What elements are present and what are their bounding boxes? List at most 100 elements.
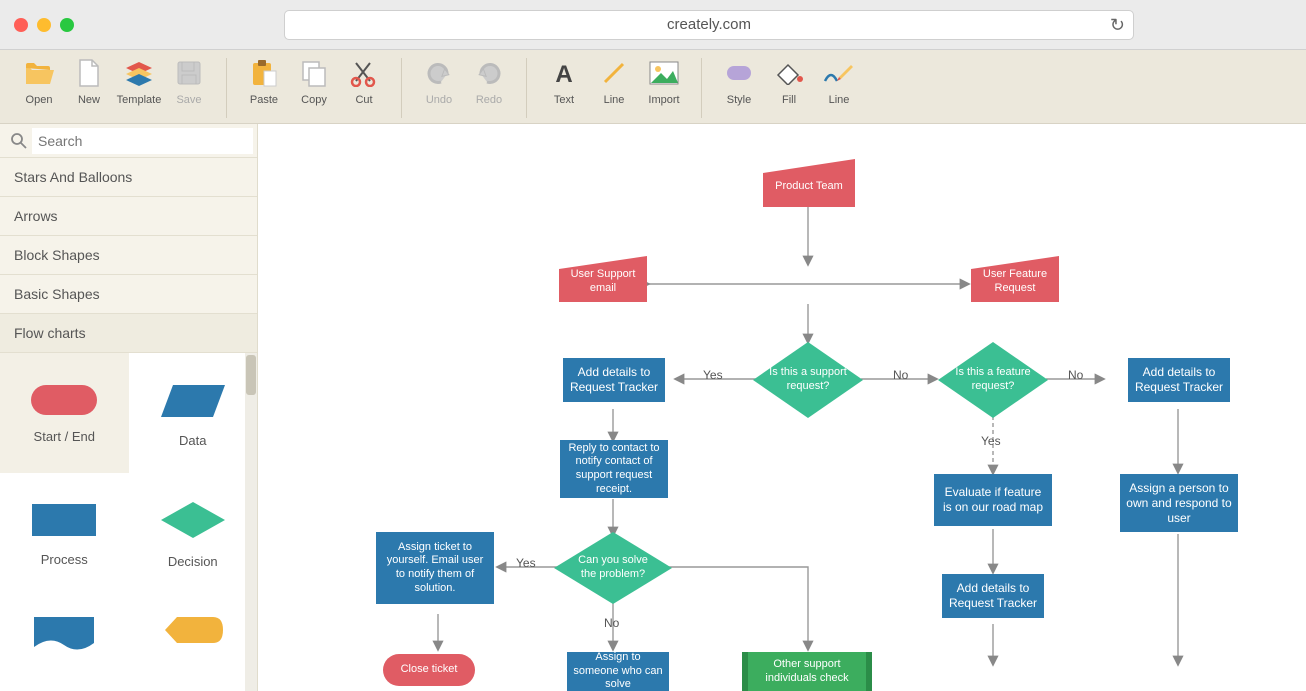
category-basic-shapes[interactable]: Basic Shapes xyxy=(0,275,257,314)
shape-display[interactable] xyxy=(129,593,258,683)
tool-label: Import xyxy=(648,94,679,106)
cut-icon xyxy=(347,56,381,90)
shape-search-input[interactable] xyxy=(32,128,253,154)
close-window-icon[interactable] xyxy=(14,18,28,32)
folder-open-icon xyxy=(22,56,56,90)
category-label: Flow charts xyxy=(14,325,86,341)
style-button[interactable]: Style xyxy=(714,56,764,116)
copy-button[interactable]: Copy xyxy=(289,56,339,116)
style-icon xyxy=(722,56,756,90)
tool-label: Line xyxy=(604,94,625,106)
template-button[interactable]: Template xyxy=(114,56,164,116)
tool-label: Line xyxy=(829,94,850,106)
fill-button[interactable]: Fill xyxy=(764,56,814,116)
category-flow-charts[interactable]: Flow charts xyxy=(0,314,257,353)
node-label: Is this a support request? xyxy=(763,362,853,398)
paste-button[interactable]: Paste xyxy=(239,56,289,116)
text-icon: A xyxy=(547,56,581,90)
shape-label: Data xyxy=(179,433,206,448)
tool-label: Redo xyxy=(476,94,502,106)
category-label: Arrows xyxy=(14,208,58,224)
new-button[interactable]: New xyxy=(64,56,114,116)
svg-text:A: A xyxy=(555,61,572,86)
shape-process[interactable]: Process xyxy=(0,473,129,593)
node-other-support[interactable]: Other support individuals check xyxy=(742,652,872,691)
redo-button[interactable]: Redo xyxy=(464,56,514,116)
paste-icon xyxy=(247,56,281,90)
category-block-shapes[interactable]: Block Shapes xyxy=(0,236,257,275)
image-icon xyxy=(647,56,681,90)
tool-label: Copy xyxy=(301,94,327,106)
address-bar-url: creately.com xyxy=(667,16,751,33)
reload-icon[interactable]: ↻ xyxy=(1110,15,1125,36)
shape-label: Start / End xyxy=(34,429,95,444)
copy-icon xyxy=(297,56,331,90)
node-assign-self[interactable]: Assign ticket to yourself. Email user to… xyxy=(376,532,494,604)
category-label: Basic Shapes xyxy=(14,286,100,302)
edge-label-yes: Yes xyxy=(981,434,1001,448)
shape-label: Decision xyxy=(168,554,218,569)
category-stars-balloons[interactable]: Stars And Balloons xyxy=(0,158,257,197)
line-draw-icon xyxy=(597,56,631,90)
line-style-button[interactable]: Line xyxy=(814,56,864,116)
node-close-ticket[interactable]: Close ticket xyxy=(383,654,475,686)
node-add-details-1[interactable]: Add details to Request Tracker xyxy=(563,358,665,402)
edge-label-no: No xyxy=(1068,368,1083,382)
tool-label: New xyxy=(78,94,100,106)
undo-button[interactable]: Undo xyxy=(414,56,464,116)
tool-label: Style xyxy=(727,94,751,106)
shape-decision[interactable]: Decision xyxy=(129,473,258,593)
cut-button[interactable]: Cut xyxy=(339,56,389,116)
window-controls xyxy=(14,18,74,32)
category-label: Stars And Balloons xyxy=(14,169,132,185)
node-assign-person[interactable]: Assign a person to own and respond to us… xyxy=(1120,474,1238,532)
node-add-details-3[interactable]: Add details to Request Tracker xyxy=(942,574,1044,618)
node-label: User Feature Request xyxy=(971,264,1059,300)
undo-icon xyxy=(422,56,456,90)
shapes-sidebar: Stars And Balloons Arrows Block Shapes B… xyxy=(0,124,258,691)
category-label: Block Shapes xyxy=(14,247,100,263)
tool-label: Text xyxy=(554,94,574,106)
search-icon xyxy=(10,132,28,150)
tool-label: Save xyxy=(176,94,201,106)
text-tool-button[interactable]: A Text xyxy=(539,56,589,116)
redo-icon xyxy=(472,56,506,90)
node-assign-someone[interactable]: Assign to someone who can solve xyxy=(567,652,669,691)
save-icon xyxy=(172,56,206,90)
edge-label-yes: Yes xyxy=(703,368,723,382)
import-button[interactable]: Import xyxy=(639,56,689,116)
open-button[interactable]: Open xyxy=(14,56,64,116)
tool-label: Paste xyxy=(250,94,278,106)
edge-label-yes: Yes xyxy=(516,556,536,570)
shape-data[interactable]: Data xyxy=(129,353,258,473)
node-label: Can you solve the problem? xyxy=(566,552,660,584)
main-toolbar: Open New Template Save Paste xyxy=(0,50,1306,124)
node-add-details-2[interactable]: Add details to Request Tracker xyxy=(1128,358,1230,402)
tool-label: Cut xyxy=(355,94,372,106)
browser-chrome: creately.com ↻ xyxy=(0,0,1306,50)
node-reply-contact[interactable]: Reply to contact to notify contact of su… xyxy=(560,440,668,498)
diagram-canvas[interactable]: Product Team User Support email User Fea… xyxy=(258,124,1306,691)
line-tool-button[interactable]: Line xyxy=(589,56,639,116)
shape-label: Process xyxy=(41,552,88,567)
shape-document[interactable] xyxy=(0,593,129,683)
shape-search-row xyxy=(0,124,257,158)
tool-label: Fill xyxy=(782,94,796,106)
minimize-window-icon[interactable] xyxy=(37,18,51,32)
pencil-line-icon xyxy=(822,56,856,90)
fill-icon xyxy=(772,56,806,90)
tool-label: Open xyxy=(26,94,53,106)
shape-terminator[interactable]: Start / End xyxy=(0,353,129,473)
category-arrows[interactable]: Arrows xyxy=(0,197,257,236)
node-label: Is this a feature request? xyxy=(948,362,1038,398)
maximize-window-icon[interactable] xyxy=(60,18,74,32)
address-bar[interactable]: creately.com ↻ xyxy=(284,10,1134,40)
node-label: User Support email xyxy=(559,264,647,300)
node-product-team-label: Product Team xyxy=(763,169,855,205)
tool-label: Template xyxy=(117,94,162,106)
new-file-icon xyxy=(72,56,106,90)
node-evaluate-feature[interactable]: Evaluate if feature is on our road map xyxy=(934,474,1052,526)
save-button[interactable]: Save xyxy=(164,56,214,116)
tool-label: Undo xyxy=(426,94,452,106)
palette-scrollbar[interactable] xyxy=(245,353,257,691)
